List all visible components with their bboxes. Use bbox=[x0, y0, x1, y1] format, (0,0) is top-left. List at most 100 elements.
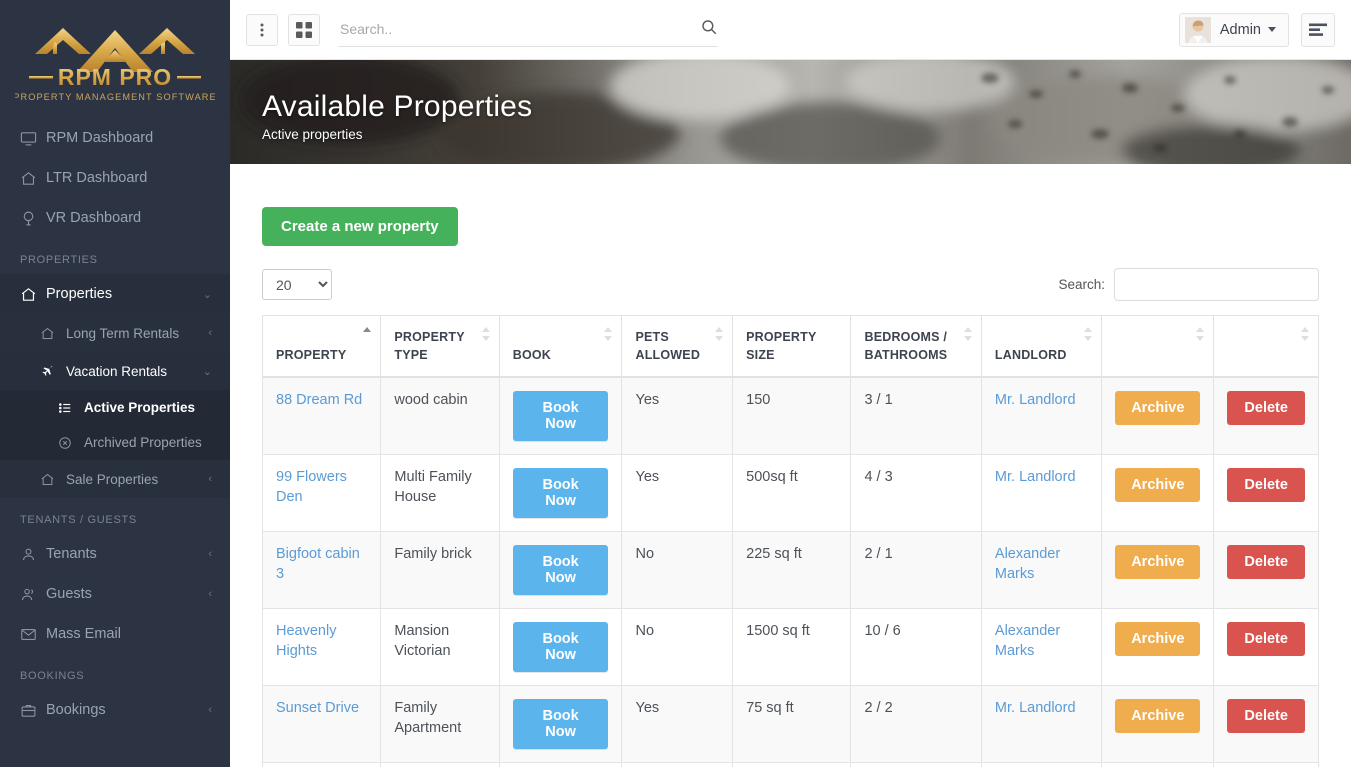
cell-property-type: Multi Family House bbox=[381, 455, 499, 532]
avatar-image bbox=[1185, 17, 1211, 43]
property-link[interactable]: 88 Dream Rd bbox=[276, 392, 362, 408]
envelope-icon bbox=[20, 626, 46, 643]
cell-property-type: wood cabin bbox=[381, 377, 499, 455]
column-header-pets-allowed[interactable]: PETS ALLOWED bbox=[622, 316, 733, 378]
cell-landlord: Alexander Marks bbox=[981, 609, 1101, 686]
svg-text:RPM PRO: RPM PRO bbox=[58, 64, 172, 90]
cell-bedrooms-bathrooms: 2 / 2 bbox=[851, 686, 981, 763]
grid-view-button[interactable] bbox=[288, 14, 320, 46]
sidebar-item-tenants[interactable]: Tenants ‹ bbox=[0, 534, 230, 574]
rpm-pro-logo-icon: RPM PRO PROPERTY MANAGEMENT SOFTWARE bbox=[15, 12, 215, 112]
search-input[interactable] bbox=[338, 20, 700, 38]
page-length-select[interactable]: 20 bbox=[262, 269, 332, 300]
search-icon[interactable] bbox=[700, 18, 718, 41]
home-icon bbox=[40, 326, 66, 341]
delete-button[interactable]: Delete bbox=[1227, 468, 1305, 502]
book-now-button[interactable]: Book Now bbox=[513, 622, 609, 672]
delete-button[interactable]: Delete bbox=[1227, 545, 1305, 579]
landlord-link[interactable]: Mr. Landlord bbox=[995, 469, 1076, 485]
sidebar-item-sale-properties[interactable]: Sale Properties ‹ bbox=[0, 460, 230, 498]
chevron-left-icon: ‹ bbox=[208, 327, 212, 339]
properties-table: PROPERTY PROPERTY TYPE BOOK PETS AL bbox=[262, 315, 1319, 767]
archive-button[interactable]: Archive bbox=[1115, 468, 1200, 502]
cell-delete: Delete bbox=[1214, 686, 1319, 763]
property-link[interactable]: 99 Flowers Den bbox=[276, 469, 347, 505]
column-header-property-type[interactable]: PROPERTY TYPE bbox=[381, 316, 499, 378]
delete-button[interactable]: Delete bbox=[1227, 699, 1305, 733]
book-now-button[interactable]: Book Now bbox=[513, 391, 609, 441]
cell-pets: No bbox=[622, 763, 733, 767]
delete-button[interactable]: Delete bbox=[1227, 622, 1305, 656]
property-link[interactable]: Heavenly Hights bbox=[276, 623, 336, 659]
more-options-button[interactable] bbox=[246, 14, 278, 46]
sidebar-item-bookings[interactable]: Bookings ‹ bbox=[0, 690, 230, 730]
sidebar-item-vacation-rentals[interactable]: Vacation Rentals ⌄ bbox=[0, 352, 230, 390]
column-header-book[interactable]: BOOK bbox=[499, 316, 622, 378]
create-new-property-button[interactable]: Create a new property bbox=[262, 207, 458, 246]
sidebar-label: Archived Properties bbox=[84, 435, 212, 450]
archive-button[interactable]: Archive bbox=[1115, 545, 1200, 579]
column-header-property[interactable]: PROPERTY bbox=[263, 316, 381, 378]
landlord-link[interactable]: Alexander Marks bbox=[995, 623, 1060, 659]
book-now-button[interactable]: Book Now bbox=[513, 468, 609, 518]
book-now-button[interactable]: Book Now bbox=[513, 545, 609, 595]
delete-button[interactable]: Delete bbox=[1227, 391, 1305, 425]
table-search: Search: bbox=[1058, 268, 1319, 301]
archive-button[interactable]: Archive bbox=[1115, 699, 1200, 733]
table-row: Bigfoot cabin 3 Family brick Book Now No… bbox=[263, 532, 1319, 609]
chevron-left-icon: ‹ bbox=[208, 548, 212, 560]
grid-icon bbox=[296, 22, 312, 38]
table-row: Sunset Drive Family Apartment Book Now Y… bbox=[263, 686, 1319, 763]
sidebar-section-bookings: BOOKINGS bbox=[0, 654, 230, 690]
sort-icon bbox=[1301, 327, 1310, 341]
sidebar-label: RPM Dashboard bbox=[46, 130, 212, 146]
sidebar-item-active-properties[interactable]: Active Properties bbox=[0, 390, 230, 425]
sidebar-item-vr-dashboard[interactable]: VR Dashboard bbox=[0, 198, 230, 238]
circle-x-icon bbox=[58, 436, 84, 450]
table-body: 88 Dream Rd wood cabin Book Now Yes 150 … bbox=[263, 377, 1319, 767]
column-header-bedrooms-bathrooms[interactable]: BEDROOMS / BATHROOMS bbox=[851, 316, 981, 378]
table-search-input[interactable] bbox=[1114, 268, 1319, 301]
column-header-property-size[interactable]: PROPERTY SIZE bbox=[733, 316, 851, 378]
cell-pets: Yes bbox=[622, 686, 733, 763]
property-link[interactable]: Sunset Drive bbox=[276, 700, 359, 716]
sidebar-item-guests[interactable]: Guests ‹ bbox=[0, 574, 230, 614]
sidebar-section-tenants-guests: TENANTS / GUESTS bbox=[0, 498, 230, 534]
sidebar-item-rpm-dashboard[interactable]: RPM Dashboard bbox=[0, 118, 230, 158]
cell-property: Sunset Drive bbox=[263, 686, 381, 763]
list-icon bbox=[58, 401, 84, 415]
cell-size: 75sq ft bbox=[733, 763, 851, 767]
landlord-link[interactable]: Mr. Landlord bbox=[995, 700, 1076, 716]
admin-menu-button[interactable]: Admin bbox=[1179, 13, 1289, 47]
cell-archive: Archive bbox=[1102, 377, 1214, 455]
archive-button[interactable]: Archive bbox=[1115, 391, 1200, 425]
landlord-link[interactable]: Alexander Marks bbox=[995, 546, 1060, 582]
sidebar-item-ltr-dashboard[interactable]: LTR Dashboard bbox=[0, 158, 230, 198]
book-now-button[interactable]: Book Now bbox=[513, 699, 609, 749]
monitor-icon bbox=[20, 130, 46, 147]
cell-size: 500sq ft bbox=[733, 455, 851, 532]
sidebar-label: VR Dashboard bbox=[46, 210, 212, 226]
column-header-delete[interactable] bbox=[1214, 316, 1319, 378]
column-label: LANDLORD bbox=[995, 348, 1067, 362]
sidebar-section-properties: PROPERTIES bbox=[0, 238, 230, 274]
sidebar-item-archived-properties[interactable]: Archived Properties bbox=[0, 425, 230, 460]
sidebar-item-mass-email[interactable]: Mass Email bbox=[0, 614, 230, 654]
sidebar-toggle-button[interactable] bbox=[1301, 13, 1335, 47]
sidebar-item-properties[interactable]: Properties ⌄ bbox=[0, 274, 230, 314]
global-search[interactable] bbox=[338, 13, 718, 47]
svg-text:PROPERTY MANAGEMENT SOFTWARE: PROPERTY MANAGEMENT SOFTWARE bbox=[15, 92, 215, 102]
sidebar-item-long-term-rentals[interactable]: Long Term Rentals ‹ bbox=[0, 314, 230, 352]
landlord-link[interactable]: Mr. Landlord bbox=[995, 392, 1076, 408]
archive-button[interactable]: Archive bbox=[1115, 622, 1200, 656]
property-link[interactable]: Bigfoot cabin 3 bbox=[276, 546, 360, 582]
sidebar: RPM PRO PROPERTY MANAGEMENT SOFTWARE RPM… bbox=[0, 0, 230, 767]
column-header-archive[interactable] bbox=[1102, 316, 1214, 378]
column-header-landlord[interactable]: LANDLORD bbox=[981, 316, 1101, 378]
brand-logo[interactable]: RPM PRO PROPERTY MANAGEMENT SOFTWARE bbox=[0, 0, 230, 118]
cell-bedrooms-bathrooms: 10 / 6 bbox=[851, 609, 981, 686]
cell-landlord: Mr. Landlord bbox=[981, 763, 1101, 767]
content-area: Create a new property 20 Search: PROPERT… bbox=[230, 164, 1351, 767]
cell-archive: Archive bbox=[1102, 686, 1214, 763]
chevron-down-icon: ⌄ bbox=[203, 288, 212, 301]
